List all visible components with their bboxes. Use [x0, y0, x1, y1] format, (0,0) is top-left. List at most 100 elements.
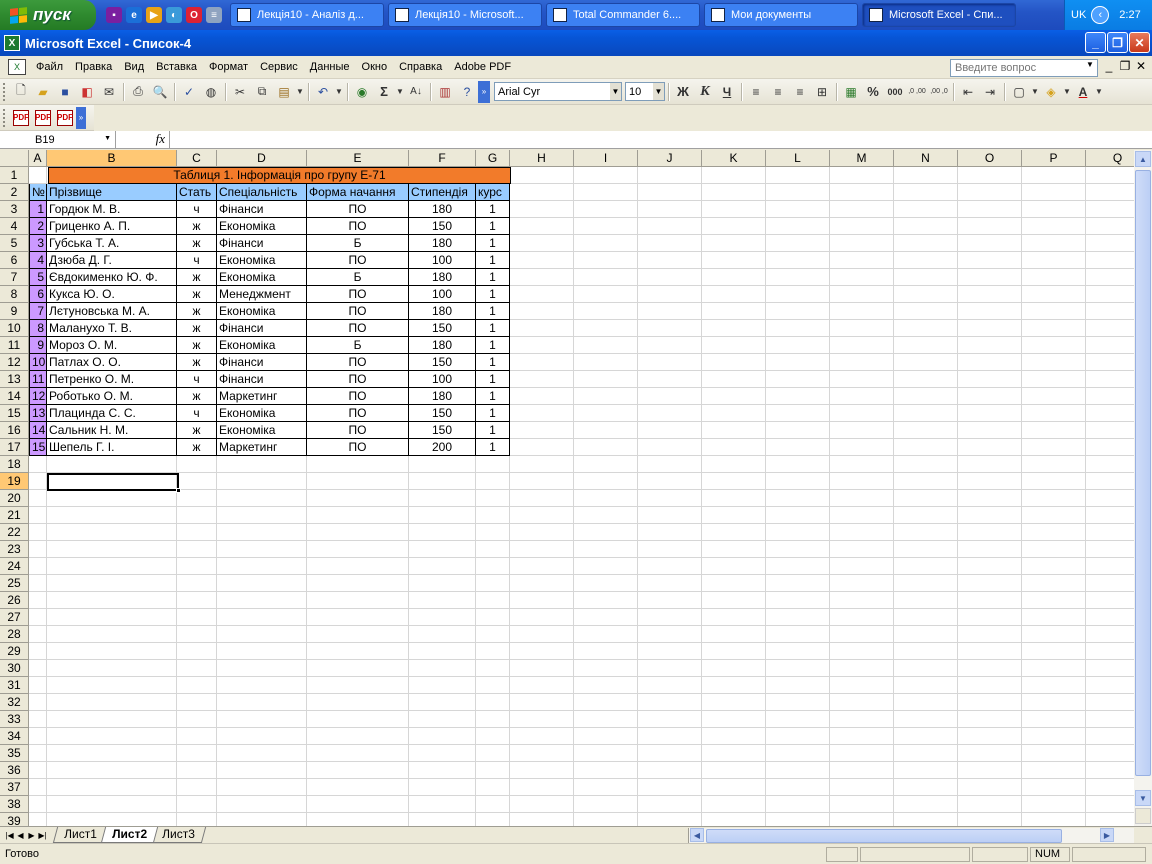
cell-gender[interactable]: ж: [177, 235, 217, 252]
row-header[interactable]: 34: [0, 728, 29, 745]
column-header-i[interactable]: I: [574, 150, 638, 167]
cell-surname[interactable]: Лєтуновська М. А.: [47, 303, 177, 320]
cell-surname[interactable]: Євдокименко Ю. Ф.: [47, 269, 177, 286]
cell-surname[interactable]: Петренко О. М.: [47, 371, 177, 388]
font-color-dropdown-icon[interactable]: ▼: [1094, 81, 1104, 103]
menu-item-1[interactable]: Файл: [30, 57, 69, 77]
font-size-combo[interactable]: 10 ▼: [625, 82, 665, 101]
thousands-button[interactable]: 000: [884, 81, 906, 103]
horizontal-scroll-thumb[interactable]: [706, 829, 1062, 843]
cell-specialty[interactable]: Фінанси: [217, 235, 307, 252]
cell-specialty[interactable]: Фінанси: [217, 371, 307, 388]
row-header[interactable]: 12: [0, 354, 29, 371]
last-sheet-icon[interactable]: ▶|: [37, 831, 48, 840]
cell-study-form[interactable]: Б: [307, 269, 409, 286]
row-header[interactable]: 38: [0, 796, 29, 813]
fill-color-dropdown-icon[interactable]: ▼: [1062, 81, 1072, 103]
cell-number[interactable]: 14: [29, 422, 47, 439]
permission-icon[interactable]: ◧: [76, 81, 98, 103]
column-header-k[interactable]: K: [702, 150, 766, 167]
copy-icon[interactable]: ⧉: [251, 81, 273, 103]
row-header[interactable]: 21: [0, 507, 29, 524]
column-header-f[interactable]: F: [409, 150, 476, 167]
clock[interactable]: 2:27: [1119, 9, 1140, 21]
cell-specialty[interactable]: Економіка: [217, 218, 307, 235]
ie-icon[interactable]: e: [126, 7, 142, 23]
column-header-m[interactable]: M: [830, 150, 894, 167]
column-header-j[interactable]: J: [638, 150, 702, 167]
cell-stipend[interactable]: 150: [409, 422, 476, 439]
cell-gender[interactable]: ж: [177, 218, 217, 235]
italic-button[interactable]: К: [694, 81, 716, 103]
row-header[interactable]: 29: [0, 643, 29, 660]
toolbar-grip[interactable]: [3, 108, 7, 127]
column-header-e[interactable]: E: [307, 150, 409, 167]
cell-course[interactable]: 1: [476, 286, 510, 303]
cell-study-form[interactable]: ПО: [307, 388, 409, 405]
row-header[interactable]: 2: [0, 184, 29, 201]
cell-number[interactable]: 8: [29, 320, 47, 337]
taskbar-button[interactable]: Microsoft Excel - Спи...: [862, 3, 1016, 27]
start-button[interactable]: пуск: [0, 0, 96, 30]
currency-icon[interactable]: ▦: [840, 81, 862, 103]
borders-icon[interactable]: ▢: [1008, 81, 1030, 103]
cell-specialty[interactable]: Фінанси: [217, 201, 307, 218]
row-header[interactable]: 14: [0, 388, 29, 405]
taskbar-button[interactable]: Лекція10 - Microsoft...: [388, 3, 542, 27]
font-name-combo[interactable]: Arial Cyr ▼: [494, 82, 622, 101]
hyperlink-icon[interactable]: ◉: [351, 81, 373, 103]
cell-gender[interactable]: ж: [177, 439, 217, 456]
toolbar-options-icon[interactable]: »: [478, 80, 490, 103]
cell-gender[interactable]: ч: [177, 201, 217, 218]
print-icon[interactable]: ⎙: [127, 81, 149, 103]
cell-study-form[interactable]: ПО: [307, 439, 409, 456]
column-header-g[interactable]: G: [476, 150, 510, 167]
cell-stipend[interactable]: 150: [409, 320, 476, 337]
cell-course[interactable]: 1: [476, 371, 510, 388]
cell-surname[interactable]: Дзюба Д. Г.: [47, 252, 177, 269]
row-header[interactable]: 16: [0, 422, 29, 439]
split-box[interactable]: [1135, 808, 1151, 824]
cell-gender[interactable]: ж: [177, 303, 217, 320]
column-header-p[interactable]: P: [1022, 150, 1086, 167]
row-header[interactable]: 15: [0, 405, 29, 422]
cell-surname[interactable]: Роботько О. М.: [47, 388, 177, 405]
menu-item-3[interactable]: Вид: [118, 57, 150, 77]
menu-item-6[interactable]: Сервис: [254, 57, 304, 77]
cell-gender[interactable]: ч: [177, 252, 217, 269]
cell-course[interactable]: 1: [476, 422, 510, 439]
menu-item-9[interactable]: Справка: [393, 57, 448, 77]
cell-stipend[interactable]: 180: [409, 337, 476, 354]
select-all-corner[interactable]: [0, 150, 29, 167]
cell-gender[interactable]: ч: [177, 371, 217, 388]
close-button[interactable]: ✕: [1129, 32, 1150, 53]
first-sheet-icon[interactable]: |◀: [4, 831, 15, 840]
cell-study-form[interactable]: ПО: [307, 201, 409, 218]
menu-item-2[interactable]: Правка: [69, 57, 118, 77]
help-search-input[interactable]: [950, 59, 1098, 77]
new-icon[interactable]: 🗋: [10, 81, 32, 103]
scroll-left-icon[interactable]: ◀: [690, 828, 704, 842]
align-left-icon[interactable]: ≡: [745, 81, 767, 103]
cell-specialty[interactable]: Маркетинг: [217, 439, 307, 456]
row-header[interactable]: 36: [0, 762, 29, 779]
autosum-dropdown-icon[interactable]: ▼: [395, 81, 405, 103]
cell-specialty[interactable]: Економіка: [217, 405, 307, 422]
cell-surname[interactable]: Шепель Г. І.: [47, 439, 177, 456]
sheet-tab-1[interactable]: Лист1: [52, 827, 108, 843]
cell-number[interactable]: 15: [29, 439, 47, 456]
row-header[interactable]: 9: [0, 303, 29, 320]
cell-stipend[interactable]: 150: [409, 405, 476, 422]
cell-gender[interactable]: ж: [177, 320, 217, 337]
row-header[interactable]: 10: [0, 320, 29, 337]
cell-course[interactable]: 1: [476, 201, 510, 218]
cell-course[interactable]: 1: [476, 354, 510, 371]
row-header[interactable]: 23: [0, 541, 29, 558]
cell-surname[interactable]: Гриценко А. П.: [47, 218, 177, 235]
decrease-indent-icon[interactable]: ⇤: [957, 81, 979, 103]
minimize-button[interactable]: _: [1085, 32, 1106, 53]
disk-icon[interactable]: ▪: [106, 7, 122, 23]
cut-icon[interactable]: ✂: [229, 81, 251, 103]
row-header[interactable]: 31: [0, 677, 29, 694]
chevron-down-icon[interactable]: ▼: [653, 83, 664, 100]
